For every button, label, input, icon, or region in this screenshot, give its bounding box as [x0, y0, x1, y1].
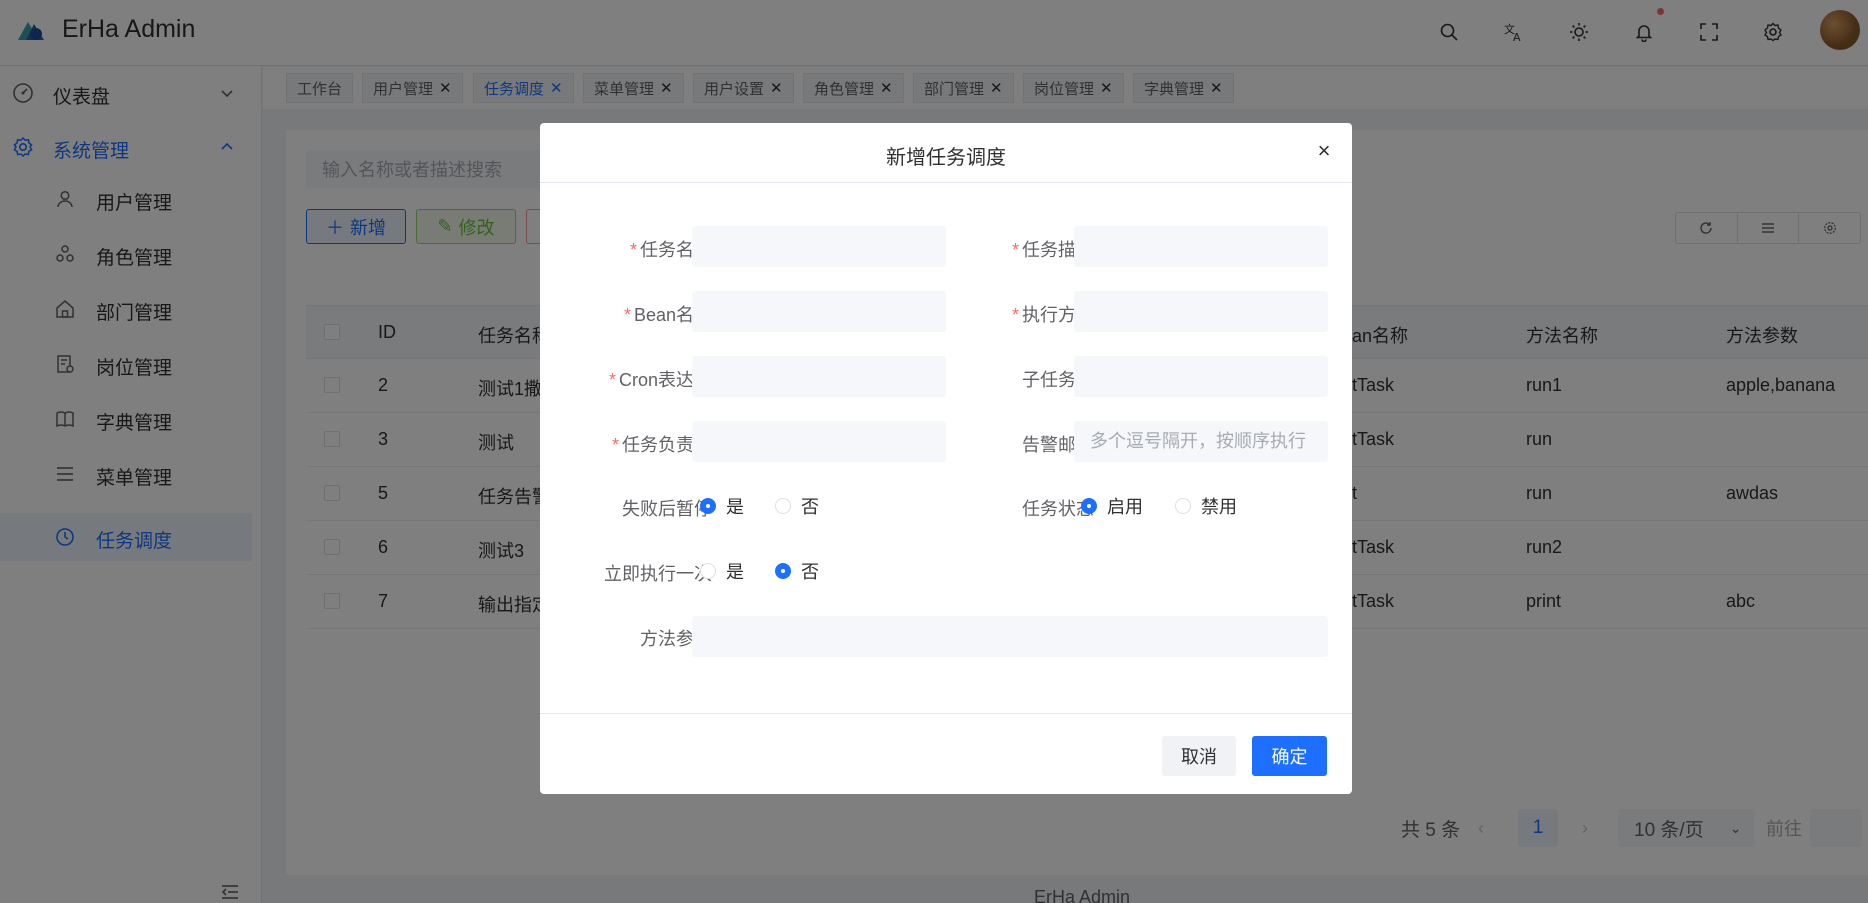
run-once-no-radio[interactable]: 否: [775, 558, 819, 584]
pause-on-fail-yes-radio[interactable]: 是: [700, 493, 744, 519]
cron-field[interactable]: [692, 356, 946, 397]
radio-unchecked-icon: [775, 498, 791, 514]
run-once-label: 立即执行一次: [604, 564, 712, 584]
task-status-label: 任务状态: [1022, 499, 1094, 519]
exec-method-field[interactable]: [1074, 291, 1328, 332]
bean-name-field[interactable]: [692, 291, 946, 332]
task-desc-field[interactable]: [1074, 226, 1328, 267]
divider: [540, 182, 1352, 183]
confirm-button[interactable]: 确定: [1252, 736, 1327, 776]
close-icon[interactable]: ×: [1312, 138, 1336, 163]
owner-field[interactable]: [692, 421, 946, 462]
radio-checked-icon: [1081, 498, 1097, 514]
dialog-title: 新增任务调度: [886, 147, 1006, 169]
radio-label: 启用: [1107, 497, 1143, 517]
divider: [540, 713, 1352, 714]
required-mark: *: [1011, 240, 1019, 260]
run-once-yes-radio[interactable]: 是: [700, 558, 744, 584]
sub-task-id-field[interactable]: [1074, 356, 1328, 397]
task-status-enabled-radio[interactable]: 启用: [1081, 493, 1143, 519]
pause-on-fail-no-radio[interactable]: 否: [775, 493, 819, 519]
owner-label: * 任务负责人: [562, 431, 712, 457]
pause-on-fail-label: 失败后暂停: [622, 499, 712, 519]
radio-checked-icon: [775, 563, 791, 579]
radio-label: 是: [726, 497, 744, 517]
cancel-button[interactable]: 取消: [1162, 736, 1236, 776]
add-task-dialog: 新增任务调度 × * 任务名称 * 任务描述 * Bean名称 * 执行方法 * Cron…: [540, 123, 1352, 794]
required-mark: *: [629, 240, 637, 260]
alert-email-field[interactable]: [1074, 421, 1328, 462]
task-status-disabled-radio[interactable]: 禁用: [1175, 493, 1237, 519]
radio-label: 否: [801, 562, 819, 582]
radio-unchecked-icon: [1175, 498, 1191, 514]
required-mark: *: [1011, 305, 1019, 325]
required-mark: *: [611, 435, 619, 455]
required-mark: *: [608, 370, 616, 390]
method-params-field[interactable]: [692, 616, 1328, 657]
radio-checked-icon: [700, 498, 716, 514]
task-name-field[interactable]: [692, 226, 946, 267]
radio-label: 否: [801, 497, 819, 517]
radio-unchecked-icon: [700, 563, 716, 579]
cron-label: * Cron表达式: [562, 366, 712, 392]
method-params-label: 方法参数: [640, 629, 712, 649]
required-mark: *: [623, 305, 631, 325]
radio-label: 禁用: [1201, 497, 1237, 517]
radio-label: 是: [726, 562, 744, 582]
